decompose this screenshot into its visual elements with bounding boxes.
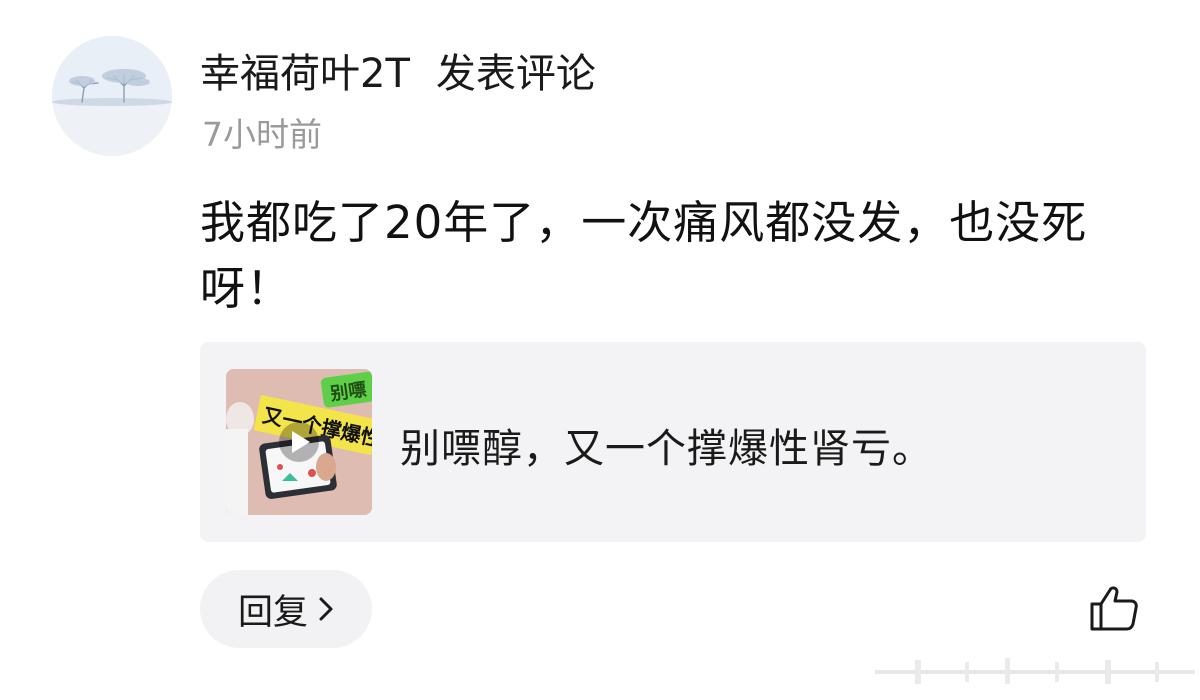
avatar-frosted-tree-image xyxy=(52,36,172,156)
reply-button[interactable]: 回复 xyxy=(200,570,372,648)
author-line: 幸福荷叶2T 发表评论 xyxy=(200,41,596,99)
avatar[interactable] xyxy=(52,36,172,156)
shared-video-card[interactable]: 别嘌 又一个撑爆性 别嘌醇，又一个撑爆性肾亏。 xyxy=(200,342,1146,542)
author-name[interactable]: 幸福荷叶2T xyxy=(200,41,410,99)
chevron-right-icon xyxy=(318,596,334,622)
comment-text: 我都吃了20年了，一次痛风都没发，也没死呀！ xyxy=(200,196,1088,315)
thumbs-up-icon[interactable] xyxy=(1088,582,1140,634)
timestamp: 7小时前 xyxy=(202,115,322,154)
watermark xyxy=(875,650,1195,690)
shared-video-title[interactable]: 别嘌醇，又一个撑爆性肾亏。 xyxy=(400,416,933,474)
reply-label: 回复 xyxy=(237,592,308,633)
video-thumbnail[interactable]: 别嘌 又一个撑爆性 xyxy=(226,369,372,515)
action-text: 发表评论 xyxy=(435,51,596,97)
